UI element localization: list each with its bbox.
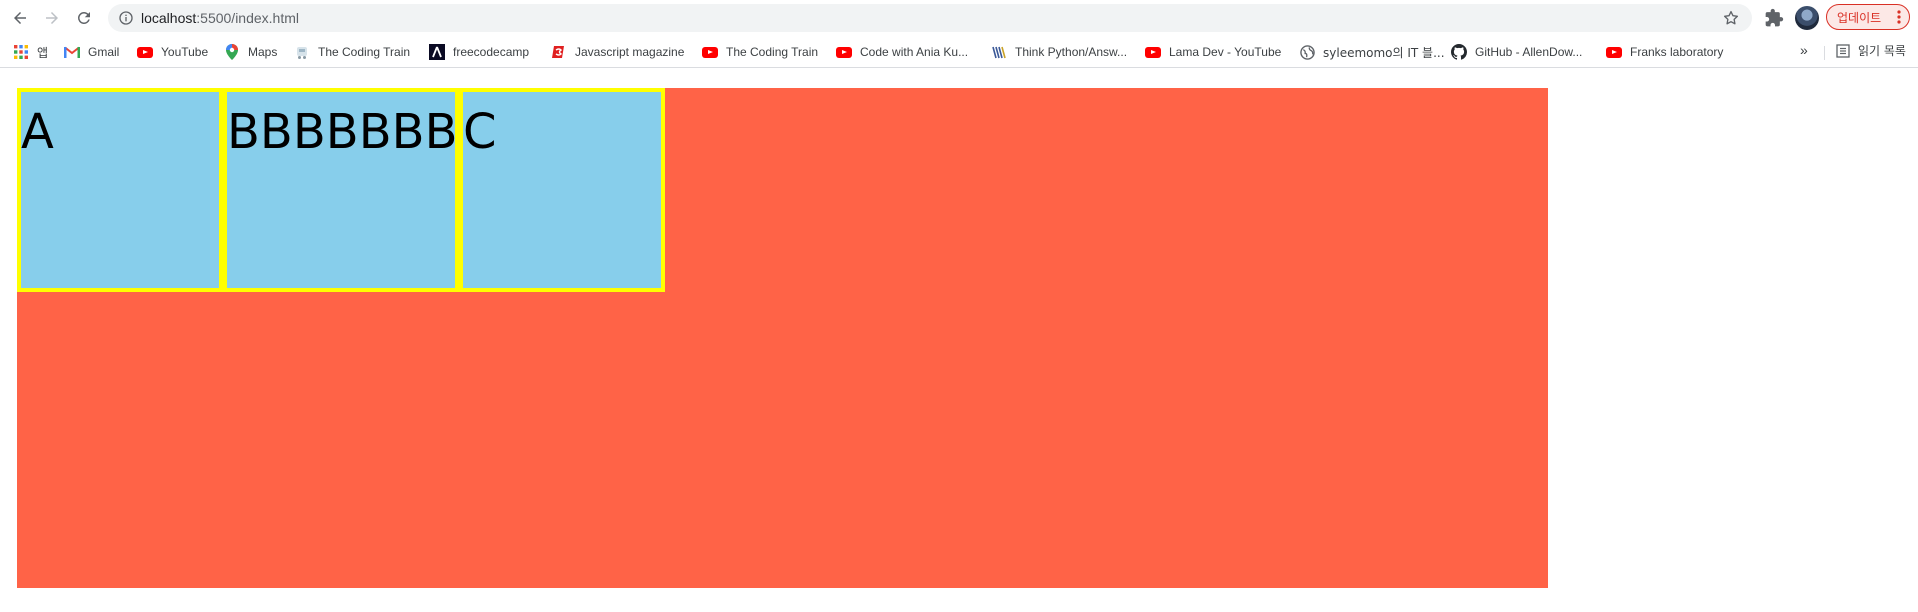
bookmark-label: Gmail bbox=[88, 45, 120, 59]
youtube-icon bbox=[1606, 44, 1622, 60]
site-info-icon[interactable] bbox=[118, 10, 134, 26]
bookmark-lama-dev[interactable]: Lama Dev - YouTube bbox=[1145, 42, 1281, 62]
url-host: localhost bbox=[141, 10, 197, 26]
youtube-icon bbox=[702, 44, 718, 60]
bookmark-star-icon[interactable] bbox=[1722, 9, 1740, 27]
reading-list-label: 읽기 목록 bbox=[1858, 44, 1906, 58]
bookmark-apps[interactable]: 앱 bbox=[13, 42, 48, 62]
bookmark-label: Code with Ania Ku... bbox=[860, 45, 969, 59]
bookmark-freecodecamp[interactable]: freecodecamp bbox=[429, 42, 529, 62]
gmail-icon bbox=[64, 44, 80, 60]
bookmark-label: YouTube bbox=[161, 45, 209, 59]
bookmark-label: Maps bbox=[248, 45, 278, 59]
freecodecamp-icon bbox=[429, 44, 445, 60]
bookmark-gmail[interactable]: Gmail bbox=[64, 42, 119, 62]
extensions-puzzle-icon[interactable] bbox=[1764, 8, 1784, 28]
bookmark-label: freecodecamp bbox=[453, 45, 530, 59]
reload-icon bbox=[77, 11, 90, 24]
profile-avatar[interactable] bbox=[1795, 6, 1819, 30]
reload-button[interactable] bbox=[72, 6, 96, 30]
flex-item-b: BBBBBBB bbox=[223, 88, 459, 292]
bookmark-label: Franks laboratory bbox=[1630, 45, 1724, 59]
think-python-icon bbox=[991, 44, 1007, 60]
bookmark-maps[interactable]: Maps bbox=[224, 42, 277, 62]
bookmark-label: The Coding Train bbox=[318, 45, 411, 59]
bookmark-label: The Coding Train bbox=[726, 45, 819, 59]
bookmark-javascript-magazine[interactable]: Javascript magazine bbox=[551, 42, 684, 62]
javascript-magazine-icon bbox=[551, 44, 567, 60]
bookmark-franks-laboratory[interactable]: Franks laboratory bbox=[1606, 42, 1723, 62]
maps-pin-icon bbox=[224, 44, 240, 60]
bookmark-coding-train-youtube[interactable]: The Coding Train bbox=[702, 42, 818, 62]
flex-container: A BBBBBBB C bbox=[17, 88, 1548, 588]
bookmark-label: GitHub - AllenDow... bbox=[1475, 45, 1583, 59]
bookmark-label: syleemomo의 IT 블... bbox=[1323, 45, 1445, 60]
globe-icon bbox=[1299, 44, 1315, 60]
bookmark-label: Lama Dev - YouTube bbox=[1169, 45, 1282, 59]
arrow-left-icon bbox=[14, 12, 26, 24]
back-button[interactable] bbox=[8, 6, 32, 30]
update-label: 업데이트 bbox=[1837, 10, 1882, 25]
arrow-right-icon bbox=[46, 12, 58, 24]
reading-list-icon bbox=[1836, 43, 1852, 59]
update-button[interactable]: 업데이트 bbox=[1826, 4, 1910, 30]
youtube-icon bbox=[137, 44, 153, 60]
browser-toolbar: localhost:5500/index.html 업데이트 bbox=[0, 0, 1918, 36]
bookmark-coding-train[interactable]: The Coding Train bbox=[294, 42, 410, 62]
bookmark-github[interactable]: GitHub - AllenDow... bbox=[1451, 42, 1582, 62]
more-vert-icon bbox=[1897, 10, 1901, 24]
bookmark-syleemomo-blog[interactable]: syleemomo의 IT 블... bbox=[1299, 42, 1445, 62]
forward-button[interactable] bbox=[40, 6, 64, 30]
coding-train-icon bbox=[294, 44, 310, 60]
flex-item-c: C bbox=[459, 88, 665, 292]
address-bar[interactable]: localhost:5500/index.html bbox=[108, 4, 1752, 32]
youtube-icon bbox=[836, 44, 852, 60]
bookmark-youtube[interactable]: YouTube bbox=[137, 42, 208, 62]
more-bookmarks-chevron-icon[interactable]: » bbox=[1800, 42, 1808, 58]
reading-list-button[interactable]: 읽기 목록 bbox=[1836, 42, 1906, 59]
apps-grid-icon bbox=[13, 44, 29, 60]
bookmark-label: Think Python/Answ... bbox=[1015, 45, 1128, 59]
bookmarks-divider bbox=[1824, 46, 1825, 60]
github-icon bbox=[1451, 44, 1467, 60]
bookmark-label: 앱 bbox=[37, 45, 49, 60]
bookmark-code-with-ania[interactable]: Code with Ania Ku... bbox=[836, 42, 968, 62]
bookmark-think-python[interactable]: Think Python/Answ... bbox=[991, 42, 1127, 62]
flex-item-a: A bbox=[17, 88, 223, 292]
youtube-icon bbox=[1145, 44, 1161, 60]
url-path: :5500/index.html bbox=[196, 10, 299, 26]
bookmarks-bar: 앱 Gmail YouTube Maps The Coding Train fr… bbox=[0, 36, 1918, 68]
url-text[interactable]: localhost:5500/index.html bbox=[141, 9, 299, 27]
bookmark-label: Javascript magazine bbox=[575, 45, 685, 59]
